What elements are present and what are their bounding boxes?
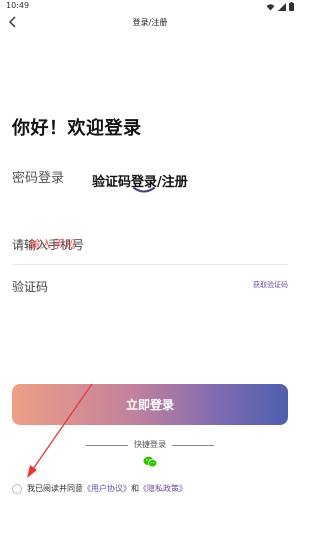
handwritten-annotation: 输入手机 — [28, 238, 76, 251]
get-code-button[interactable]: 获取验证码 — [253, 280, 288, 290]
divider — [12, 264, 288, 265]
quick-login-label: 快捷登录 — [134, 440, 166, 449]
signal-icon — [278, 2, 286, 11]
code-field: 获取验证码 — [12, 276, 288, 298]
page-title: 登录/注册 — [132, 18, 168, 27]
agreement-checkbox[interactable] — [12, 483, 22, 494]
greeting-heading: 你好！欢迎登录 — [12, 118, 142, 139]
code-input[interactable] — [12, 277, 212, 297]
tab-password-login[interactable]: 密码登录 — [12, 167, 64, 186]
agreement-prefix: 我已阅读并同意 — [27, 484, 83, 493]
annotation-arrow — [27, 383, 93, 478]
status-icons — [266, 2, 294, 11]
agreement-row: 我已阅读并同意 《用户协议》 和 《隐私政策》 — [12, 483, 187, 494]
status-time: 10:49 — [6, 1, 30, 10]
battery-icon — [289, 2, 294, 11]
wechat-icon[interactable] — [143, 456, 157, 468]
status-bar: 10:49 — [0, 0, 300, 14]
login-button[interactable]: 立即登录 — [12, 384, 288, 425]
user-agreement-link[interactable]: 《用户协议》 — [83, 483, 131, 494]
top-nav: 登录/注册 — [0, 14, 300, 34]
privacy-policy-link[interactable]: 《隐私政策》 — [139, 483, 187, 494]
tab-active-indicator — [133, 187, 155, 193]
agreement-and: 和 — [131, 484, 139, 493]
wifi-icon — [266, 3, 275, 10]
divider-right — [172, 445, 214, 446]
